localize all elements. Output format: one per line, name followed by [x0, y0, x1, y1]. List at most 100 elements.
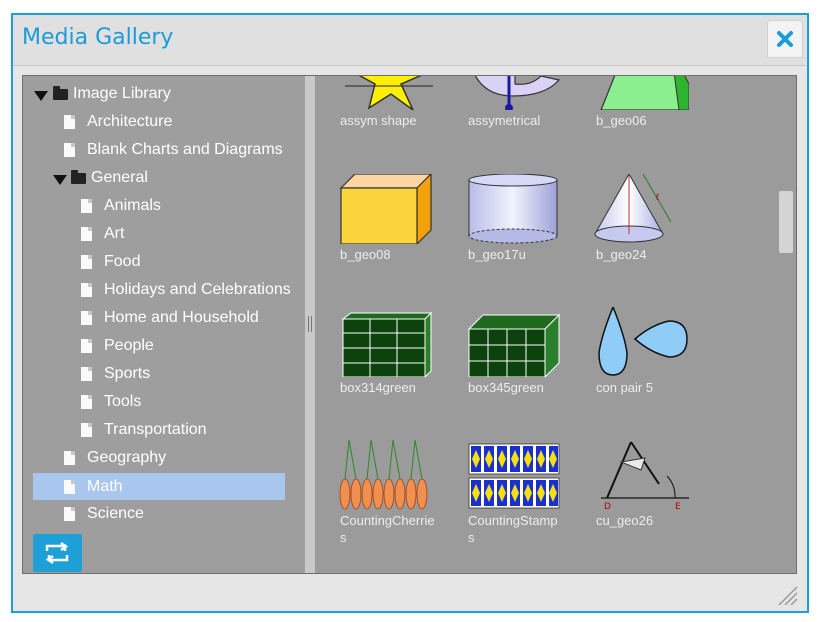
- file-icon: [64, 143, 75, 157]
- file-icon: [64, 115, 75, 129]
- gallery-item[interactable]: box345green: [443, 307, 561, 417]
- file-icon: [64, 451, 75, 465]
- tree-item-art[interactable]: Art: [23, 222, 305, 246]
- green-box-icon: [467, 313, 561, 377]
- tree-item-label: Blank Charts and Diagrams: [87, 141, 283, 158]
- pane-splitter[interactable]: [305, 76, 315, 573]
- refresh-icon: [45, 542, 69, 564]
- tree-item-transportation[interactable]: Transportation: [23, 418, 305, 442]
- file-icon: [64, 480, 75, 494]
- file-icon: [81, 367, 92, 381]
- file-icon: [81, 283, 92, 297]
- tree-item-tools[interactable]: Tools: [23, 390, 305, 414]
- tree-item-animals[interactable]: Animals: [23, 194, 305, 218]
- gallery-item-name: assymetrical: [468, 113, 541, 128]
- gallery-item-name: b_geo24: [596, 247, 647, 262]
- tree-item-food[interactable]: Food: [23, 250, 305, 274]
- tree-item-label: People: [104, 337, 154, 354]
- svg-text:D: D: [604, 502, 611, 510]
- tree-item-architecture[interactable]: Architecture: [23, 110, 305, 134]
- cube-icon: [339, 174, 432, 244]
- tree-item-image-library[interactable]: Image Library: [23, 82, 305, 106]
- cone-icon: ℓ: [594, 174, 672, 243]
- tree-item-math[interactable]: Math: [33, 473, 285, 500]
- resize-grip-icon[interactable]: [777, 585, 799, 605]
- library-tree: Image Library Architecture Blank Charts …: [23, 76, 305, 573]
- tree-item-label: Home and Household: [104, 309, 259, 326]
- dialog-footer: [13, 575, 807, 611]
- gallery-item-name: b_geo06: [596, 113, 647, 128]
- gallery-item[interactable]: b_geo06: [571, 76, 689, 150]
- tree-item-label: Art: [104, 225, 125, 242]
- green-box-icon: [341, 311, 433, 377]
- dialog-title: Media Gallery: [22, 25, 174, 50]
- gallery-item-name: b_geo08: [340, 247, 391, 262]
- tree-item-label: Animals: [104, 197, 161, 214]
- gallery-item[interactable]: box314green: [315, 307, 433, 417]
- tree-item-general[interactable]: General: [23, 166, 305, 190]
- gallery-item[interactable]: assym shape: [315, 76, 433, 150]
- gallery-item-name: CountingCherries: [340, 513, 435, 545]
- tree-item-label: Image Library: [73, 85, 171, 102]
- tree-item-blank-charts[interactable]: Blank Charts and Diagrams: [23, 138, 305, 162]
- file-icon: [81, 199, 92, 213]
- tree-item-science[interactable]: Science: [23, 502, 305, 526]
- collapse-arrow-icon[interactable]: [34, 91, 48, 101]
- file-icon: [81, 227, 92, 241]
- gallery-item-name: con pair 5: [596, 380, 654, 395]
- dialog-body: Image Library Architecture Blank Charts …: [22, 75, 797, 574]
- gallery-item-name: cu_geo26: [596, 513, 654, 528]
- file-icon: [81, 395, 92, 409]
- tree-item-label: Sports: [104, 365, 151, 382]
- cherries-icon: [339, 440, 428, 510]
- file-icon: [64, 507, 75, 521]
- file-icon: [81, 423, 92, 437]
- collapse-arrow-icon[interactable]: [53, 175, 67, 185]
- gallery-item-name: box345green: [468, 380, 544, 395]
- tree-item-people[interactable]: People: [23, 334, 305, 358]
- tree-item-home[interactable]: Home and Household: [23, 306, 305, 330]
- tree-item-label: General: [91, 169, 148, 186]
- gallery-item-name: box314green: [340, 380, 416, 395]
- tree-item-label: Architecture: [87, 113, 173, 130]
- refresh-button[interactable]: [33, 534, 82, 572]
- tree-item-label: Food: [104, 253, 141, 270]
- gallery-item[interactable]: CountingCherries: [315, 440, 435, 570]
- stamps-icon: [468, 443, 560, 509]
- file-icon: [81, 339, 92, 353]
- trapezoid-prism-icon: [600, 76, 689, 110]
- gallery-item[interactable]: D E cu_geo26: [571, 440, 689, 550]
- svg-text:ℓ: ℓ: [655, 192, 660, 203]
- tree-item-geography[interactable]: Geography: [23, 446, 305, 470]
- drop-pair-icon: [598, 307, 688, 376]
- gallery-item-name: assym shape: [340, 113, 417, 128]
- gallery-scrollbar[interactable]: [779, 191, 793, 253]
- gallery-item[interactable]: assymetrical: [443, 76, 561, 150]
- gallery-item[interactable]: CountingStamps: [443, 440, 561, 570]
- file-icon: [81, 255, 92, 269]
- gallery-item-name: CountingStamps: [468, 513, 558, 545]
- close-x-icon: [777, 31, 793, 47]
- tree-item-label: Science: [87, 505, 144, 522]
- gallery-item[interactable]: ℓ b_geo24: [571, 174, 689, 284]
- gallery-item[interactable]: b_geo08: [315, 174, 433, 284]
- gallery-item[interactable]: b_geo17u: [443, 174, 561, 284]
- tree-item-sports[interactable]: Sports: [23, 362, 305, 386]
- gallery-item-name: b_geo17u: [468, 247, 526, 262]
- folder-icon: [71, 170, 86, 184]
- tree-item-label: Holidays and Celebrations: [104, 281, 291, 298]
- file-icon: [81, 311, 92, 325]
- tree-item-label: Tools: [104, 393, 142, 410]
- gallery-item[interactable]: con pair 5: [571, 307, 689, 417]
- star-shape-icon: [345, 76, 433, 110]
- tree-item-holidays[interactable]: Holidays and Celebrations: [23, 278, 305, 302]
- tree-item-label: Transportation: [104, 421, 207, 438]
- tree-item-label: Math: [87, 478, 123, 495]
- cylinder-icon: [468, 174, 558, 244]
- close-button[interactable]: [767, 20, 803, 58]
- dialog-header: Media Gallery: [13, 15, 807, 66]
- folder-icon: [53, 86, 68, 100]
- compass-icon: D E: [601, 441, 689, 510]
- splitter-grip-icon: [308, 316, 312, 332]
- media-gallery-dialog: Media Gallery Image Library Architecture…: [11, 13, 809, 613]
